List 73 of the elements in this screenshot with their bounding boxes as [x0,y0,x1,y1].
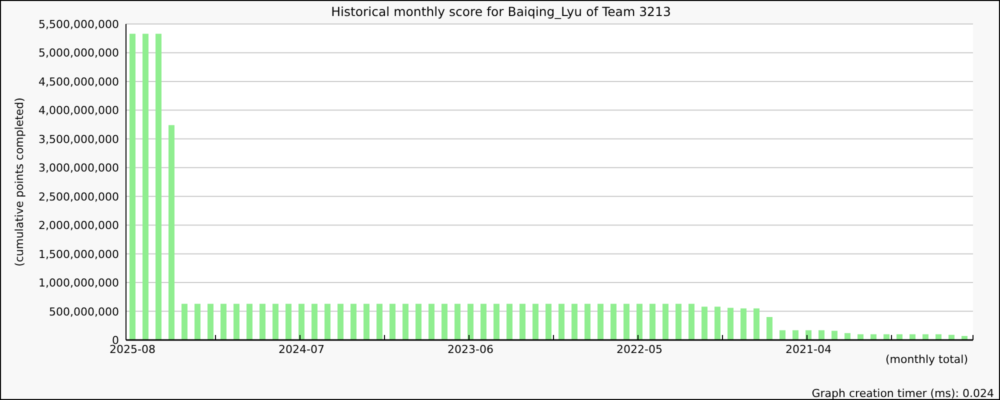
x-tick-label: 2021-04 [786,343,832,356]
bar [676,304,682,340]
bar [350,304,356,340]
bar [402,304,408,340]
y-axis-label: (cumulative points completed) [13,98,26,266]
bar [650,304,656,340]
bar [338,304,344,340]
bar [416,304,422,340]
bar [546,304,552,340]
bar [792,330,798,340]
bar [208,304,214,340]
y-tick-label: 3,500,000,000 [38,132,119,146]
bar [532,304,538,340]
chart-title: Historical monthly score for Baiqing_Lyu of Team 3213 [331,4,671,19]
bar [286,304,292,340]
bar [428,304,434,340]
bar [494,304,500,340]
bar [324,304,330,340]
bar [220,304,226,340]
y-tick-label: 5,500,000,000 [38,18,119,31]
bar [506,304,512,340]
bar [844,333,850,340]
bar [298,304,304,340]
bar [480,304,486,340]
bar [312,304,318,340]
bar [818,330,824,340]
bar [702,306,708,340]
x-tick-label: 2025-08 [110,343,156,356]
bar [714,306,720,340]
bar [442,304,448,340]
y-tick-label: 2,500,000,000 [38,190,119,204]
bar [636,304,642,340]
x-axis-label: (monthly total) [886,353,968,366]
bar [584,304,590,340]
y-tick-label: 3,000,000,000 [38,162,119,175]
bar [558,304,564,340]
bar [662,304,668,340]
bar [740,308,746,340]
bar [246,304,252,340]
bar [260,304,266,340]
timer-text: Graph creation timer (ms): 0.024 [812,387,994,399]
y-tick-label: 4,500,000,000 [38,75,119,88]
bar [454,304,460,340]
bar [610,304,616,340]
bar [766,317,772,340]
bar [272,304,278,340]
bar [376,304,382,340]
bar [468,304,474,340]
bar [182,304,188,340]
bar [728,308,734,340]
x-tick-label: 2022-05 [616,343,662,356]
bar [688,304,694,340]
bar [754,308,760,340]
y-tick-label: 5,000,000,000 [38,46,119,60]
y-tick-label: 4,000,000,000 [38,104,119,118]
bar [572,304,578,340]
y-tick-label: 500,000,000 [49,305,119,318]
bar [624,304,630,340]
bar [520,304,526,340]
y-tick-label: 1,000,000,000 [38,276,119,290]
x-tick-label: 2023-06 [448,343,494,356]
bar [948,334,954,340]
y-tick-label: 2,000,000,000 [38,219,119,232]
bar [194,304,200,340]
bar [598,304,604,340]
bar [962,336,968,340]
bar [364,304,370,340]
bar [806,330,812,340]
bar [780,330,786,340]
y-tick-label: 1,500,000,000 [38,248,119,261]
bar [390,304,396,340]
x-tick-label: 2024-07 [278,343,324,356]
bar [234,304,240,340]
